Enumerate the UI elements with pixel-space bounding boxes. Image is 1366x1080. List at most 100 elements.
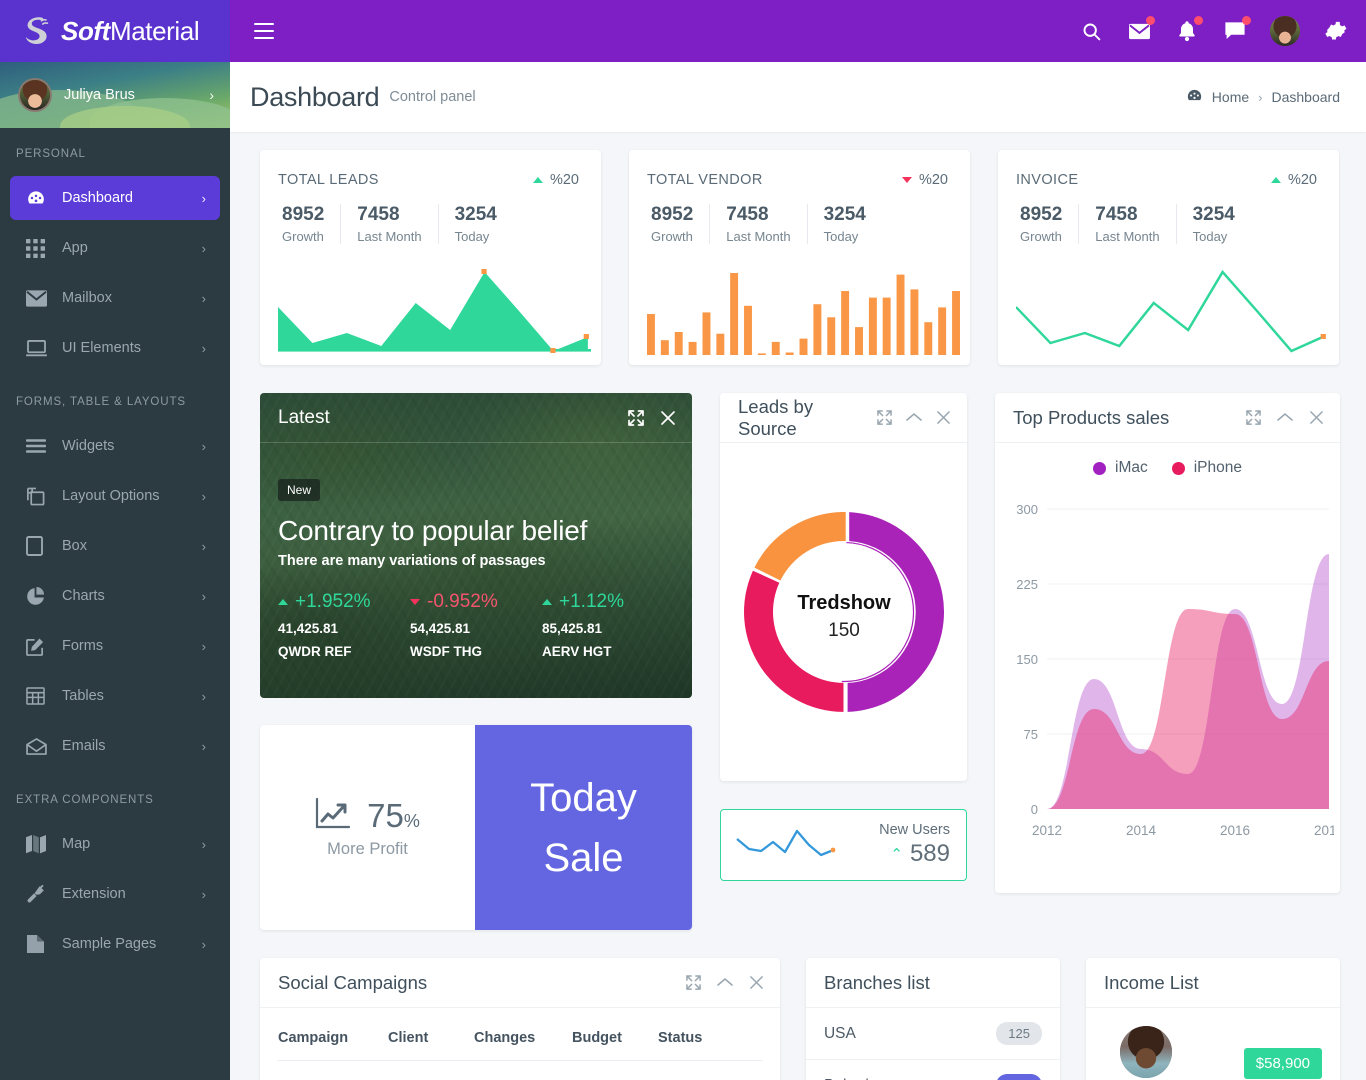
sidebar-item-label: Layout Options (62, 488, 160, 504)
sidebar: Juliya Brus › PERSONAL Dashboard › App › Mail… (0, 62, 230, 1080)
stat-metrics: 8952 Growth 7458 Last Month 3254 Today (647, 204, 950, 244)
bottom-row: Social Campaigns Campaign Client Changes… (260, 958, 1341, 1080)
sidebar-item-label: Forms (62, 638, 104, 654)
envelope-icon (26, 289, 52, 307)
list-item[interactable]: Olivia $58,900 (1086, 1008, 1340, 1080)
stat-metric-label: Last Month (357, 229, 422, 244)
gear-icon[interactable] (1322, 18, 1348, 44)
chevron-right-icon: › (201, 836, 206, 852)
leads-title: Leads by Source (738, 395, 814, 439)
invoice-line-chart (1016, 267, 1329, 357)
sidebar-user-row[interactable]: Juliya Brus › (0, 62, 230, 128)
close-x-icon[interactable] (1309, 410, 1324, 425)
stat-metric-value: 7458 (726, 204, 769, 225)
list-item[interactable]: USA 125 (805, 1008, 1060, 1060)
mail-icon[interactable] (1126, 16, 1155, 44)
breadcrumb-home[interactable]: Home (1212, 89, 1249, 105)
page-header: Dashboard Control panel Home › Dashboard (230, 62, 1366, 132)
close-x-icon[interactable] (749, 975, 764, 990)
stat-metric: 8952 Growth (278, 204, 342, 244)
hamburger-icon[interactable] (254, 23, 274, 39)
sidebar-item-box[interactable]: Box › (10, 524, 220, 568)
sidebar-section-label: EXTRA COMPONENTS (16, 794, 154, 806)
open-envelope-icon (26, 737, 52, 755)
lines-list-icon (26, 439, 52, 453)
stat-metrics: 8952 Growth 7458 Last Month 3254 Today (278, 204, 581, 244)
bell-icon[interactable] (1174, 16, 1203, 44)
latest-stat-number: 54,425.81 (410, 621, 471, 636)
chevron-up-icon[interactable] (1277, 412, 1293, 423)
expand-arrows-icon[interactable] (686, 975, 701, 990)
latest-stat-number: 85,425.81 (542, 621, 603, 636)
sidebar-user-name: Juliya Brus (64, 87, 135, 103)
sidebar-item-label: Box (62, 538, 87, 554)
sidebar-item-charts[interactable]: Charts › (10, 574, 220, 618)
stat-card-pct: %20 (1287, 172, 1317, 188)
stat-card-total-vendor: TOTAL VENDOR %20 8952 Growth 7458 Last Mon… (629, 150, 970, 365)
breadcrumb-separator: › (1258, 89, 1263, 105)
list-item[interactable]: Bahrain 184 (806, 1060, 1060, 1080)
more-profit-panel: 75% More Profit (260, 725, 475, 930)
chevron-right-icon: › (201, 638, 206, 654)
sidebar-item-label: Widgets (62, 438, 115, 454)
new-users-value-row: ⌃ 589 (879, 840, 950, 868)
chevron-right-icon: › (201, 538, 206, 554)
income-title: Income List (1104, 971, 1199, 993)
search-icon[interactable] (1078, 18, 1104, 44)
avatar[interactable] (1270, 16, 1300, 46)
chevron-up-icon[interactable] (906, 412, 922, 423)
svg-text:150: 150 (1016, 652, 1038, 667)
latest-card: Latest New Contrary to popular belief Th… (260, 393, 692, 698)
chat-icon[interactable] (1222, 16, 1251, 44)
triangle-up-icon (532, 177, 543, 183)
chevron-up-icon[interactable] (717, 977, 733, 988)
sidebar-item-ui-elements[interactable]: UI Elements › (10, 326, 220, 370)
sidebar-item-dashboard[interactable]: Dashboard › (10, 176, 220, 220)
latest-stat-pct: +1.952% (295, 591, 371, 612)
sidebar-item-label: Charts (62, 588, 105, 604)
donut-center-value: 150 (828, 620, 860, 641)
svg-text:0: 0 (1031, 802, 1038, 817)
expand-arrows-icon[interactable] (877, 410, 892, 425)
social-campaigns-table: Campaign Client Changes Budget Status (260, 1008, 780, 1061)
branches-header: Branches list (805, 958, 1060, 1008)
sidebar-item-label: Emails (62, 738, 106, 754)
triangle-down-icon (410, 599, 420, 605)
expand-arrows-icon[interactable] (628, 409, 644, 426)
avatar (18, 78, 52, 112)
expand-arrows-icon[interactable] (1246, 410, 1261, 425)
svg-text:225: 225 (1016, 577, 1038, 592)
status-badge: New (278, 479, 321, 501)
sidebar-item-map[interactable]: Map › (10, 822, 220, 866)
latest-stat-number: 41,425.81 (278, 621, 339, 636)
today-sale-panel[interactable]: Today Sale (475, 725, 692, 930)
sidebar-item-layout-options[interactable]: Layout Options › (10, 474, 220, 518)
sidebar-item-mailbox[interactable]: Mailbox › (10, 276, 220, 320)
sidebar-item-label: App (62, 240, 88, 256)
monitor-icon (26, 339, 52, 357)
sidebar-item-app[interactable]: App › (10, 226, 220, 270)
sidebar-item-extension[interactable]: Extension › (10, 872, 220, 916)
latest-stat-change: -0.952% (410, 591, 542, 613)
stat-metric-value: 3254 (454, 204, 497, 225)
latest-stat-ticker: QWDR REF (278, 644, 352, 659)
chevron-right-icon: › (201, 688, 206, 704)
sidebar-item-sample-pages[interactable]: Sample Pages › (10, 922, 220, 966)
social-header: Social Campaigns (260, 958, 780, 1008)
today-sale-line1: Today (530, 775, 637, 820)
left-column: Latest New Contrary to popular belief Th… (260, 393, 692, 930)
close-x-icon[interactable] (936, 410, 951, 425)
stat-metric-label: Growth (651, 229, 693, 244)
stat-card-total-leads: TOTAL LEADS %20 8952 Growth 7458 Last Mont… (260, 150, 601, 365)
social-campaigns-card: Social Campaigns Campaign Client Changes… (260, 958, 780, 1080)
chevron-right-icon: › (201, 488, 206, 504)
sidebar-item-tables[interactable]: Tables › (10, 674, 220, 718)
grid-apps-icon (26, 238, 52, 258)
sidebar-item-widgets[interactable]: Widgets › (10, 424, 220, 468)
sidebar-item-emails[interactable]: Emails › (10, 724, 220, 768)
chevron-right-icon[interactable]: › (209, 87, 214, 103)
sidebar-item-forms[interactable]: Forms › (10, 624, 220, 668)
brand-block[interactable]: SoftMaterial (0, 0, 230, 62)
latest-stats: +1.952% 41,425.81 QWDR REF -0.952% 54,42… (278, 591, 674, 659)
close-x-icon[interactable] (660, 410, 676, 426)
